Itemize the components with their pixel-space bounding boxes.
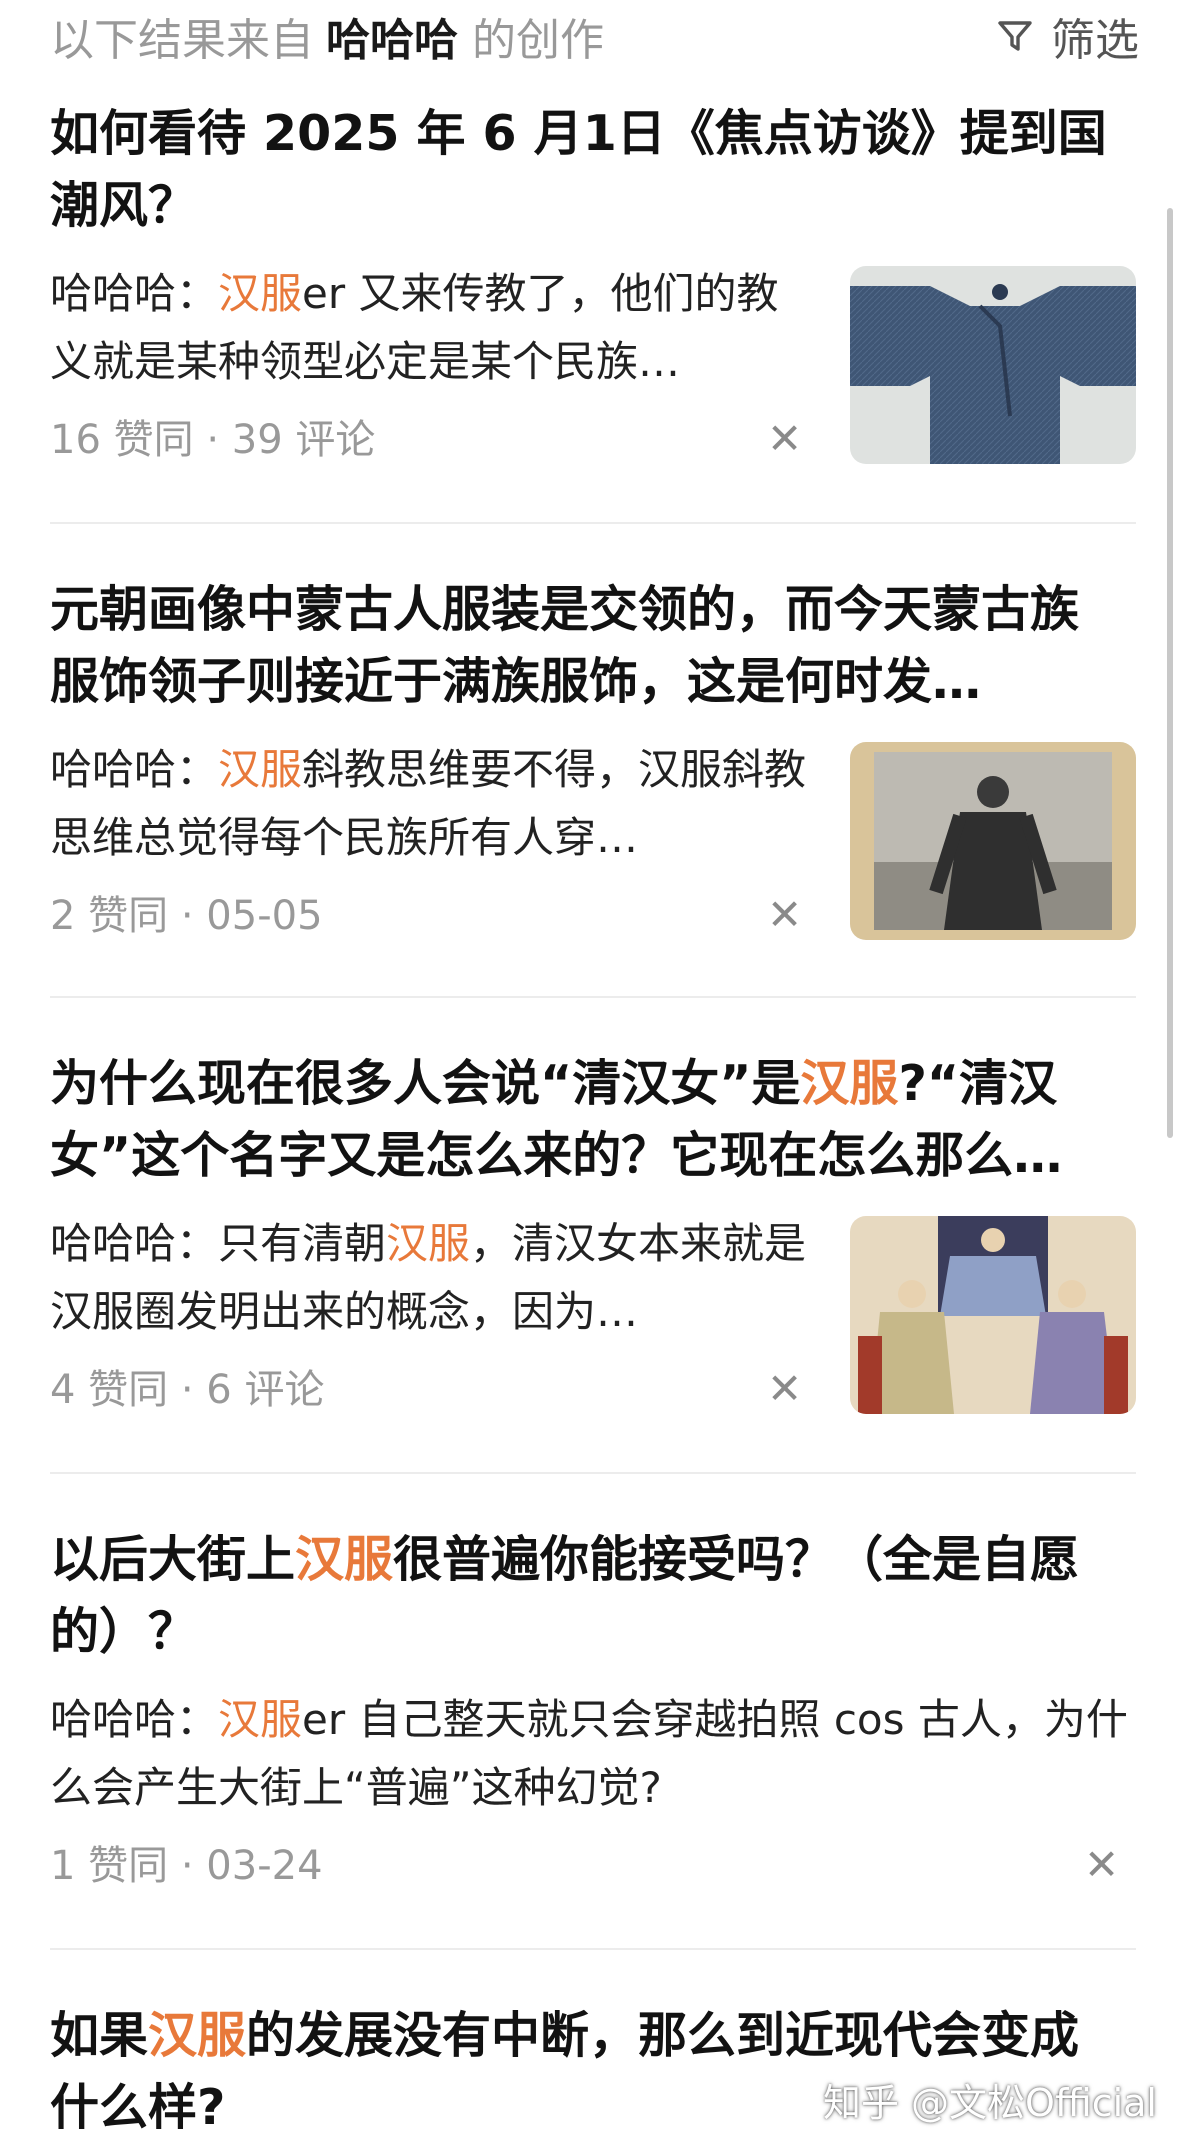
keyword-highlight: 汉服	[295, 1531, 394, 1588]
keyword-highlight: 汉服	[148, 2007, 247, 2064]
answer-excerpt[interactable]: 哈哈哈：只有清朝汉服，清汉女本来就是汉服圈发明出来的概念，因为…	[50, 1210, 810, 1346]
excerpt-author: 哈哈哈：只有清朝	[50, 1219, 387, 1268]
divider	[50, 522, 1136, 524]
header-author[interactable]: 哈哈哈	[326, 15, 458, 66]
list-item[interactable]: 为什么现在很多人会说“清汉女”是汉服?“清汉女”这个名字又是怎么来的？它现在怎么…	[50, 1000, 1136, 1470]
answer-title[interactable]: 如何看待 2025 年 6 月1日《焦点访谈》提到国潮风？	[50, 98, 1110, 242]
watermark: 知乎 @文松Official	[822, 2081, 1157, 2125]
dismiss-icon[interactable]: ✕	[767, 418, 802, 460]
filter-label: 筛选	[1051, 15, 1139, 66]
divider	[50, 996, 1136, 998]
list-item[interactable]: 以后大街上汉服很普遍你能接受吗？（全是自愿的）？ 哈哈哈：汉服er 自己整天就只…	[50, 1476, 1136, 1946]
answer-meta: 16 赞同 · 39 评论	[50, 417, 376, 463]
list-item[interactable]: 元朝画像中蒙古人服装是交领的，而今天蒙古族服饰领子则接近于满族服饰，这是何时发……	[50, 526, 1136, 996]
answer-thumbnail[interactable]	[850, 742, 1136, 940]
keyword-highlight: 汉服	[218, 745, 303, 794]
keyword-highlight: 汉服	[800, 1055, 899, 1112]
results-header: 以下结果来自 哈哈哈 的创作 筛选	[0, 0, 1179, 66]
answer-meta: 1 赞同 · 03-24	[50, 1843, 323, 1889]
title-text: 如果	[50, 2007, 149, 2064]
dismiss-icon[interactable]: ✕	[767, 1368, 802, 1410]
results-source-label: 以下结果来自 哈哈哈 的创作	[50, 4, 604, 68]
scrollbar[interactable]	[1167, 208, 1173, 1138]
answer-thumbnail[interactable]	[850, 1216, 1136, 1414]
excerpt-author: 哈哈哈：	[50, 1695, 219, 1744]
answer-excerpt[interactable]: 哈哈哈：汉服er 自己整天就只会穿越拍照 cos 古人，为什么会产生大街上“普遍…	[50, 1686, 1136, 1822]
title-text: 以后大街上	[50, 1531, 296, 1588]
header-prefix: 以下结果来自	[50, 15, 314, 66]
answer-title[interactable]: 为什么现在很多人会说“清汉女”是汉服?“清汉女”这个名字又是怎么来的？它现在怎么…	[50, 1048, 1136, 1192]
answer-title[interactable]: 以后大街上汉服很普遍你能接受吗？（全是自愿的）？	[50, 1524, 1110, 1668]
keyword-highlight: 汉服	[218, 269, 303, 318]
answer-meta: 4 赞同 · 6 评论	[50, 1367, 325, 1413]
answer-excerpt[interactable]: 哈哈哈：汉服斜教思维要不得，汉服斜教思维总觉得每个民族所有人穿…	[50, 736, 810, 872]
header-suffix: 的创作	[472, 15, 604, 66]
answer-thumbnail[interactable]	[850, 266, 1136, 464]
answer-excerpt[interactable]: 哈哈哈：汉服er 又来传教了，他们的教义就是某种领型必定是某个民族…	[50, 260, 810, 396]
list-item[interactable]: 如何看待 2025 年 6 月1日《焦点访谈》提到国潮风？ 哈哈哈：汉服er 又…	[50, 64, 1136, 514]
answer-title[interactable]: 元朝画像中蒙古人服装是交领的，而今天蒙古族服饰领子则接近于满族服饰，这是何时发…	[50, 574, 1110, 718]
excerpt-author: 哈哈哈：	[50, 745, 219, 794]
divider	[50, 1948, 1136, 1950]
keyword-highlight: 汉服	[386, 1219, 471, 1268]
dismiss-icon[interactable]: ✕	[767, 894, 802, 936]
filter-icon	[998, 21, 1032, 51]
divider	[50, 1472, 1136, 1474]
filter-button[interactable]: 筛选	[995, 4, 1139, 68]
keyword-highlight: 汉服	[218, 1695, 303, 1744]
dismiss-icon[interactable]: ✕	[1084, 1844, 1119, 1886]
title-text: 为什么现在很多人会说“清汉女”是	[50, 1055, 801, 1112]
excerpt-author: 哈哈哈：	[50, 269, 219, 318]
answer-meta: 2 赞同 · 05-05	[50, 893, 323, 939]
